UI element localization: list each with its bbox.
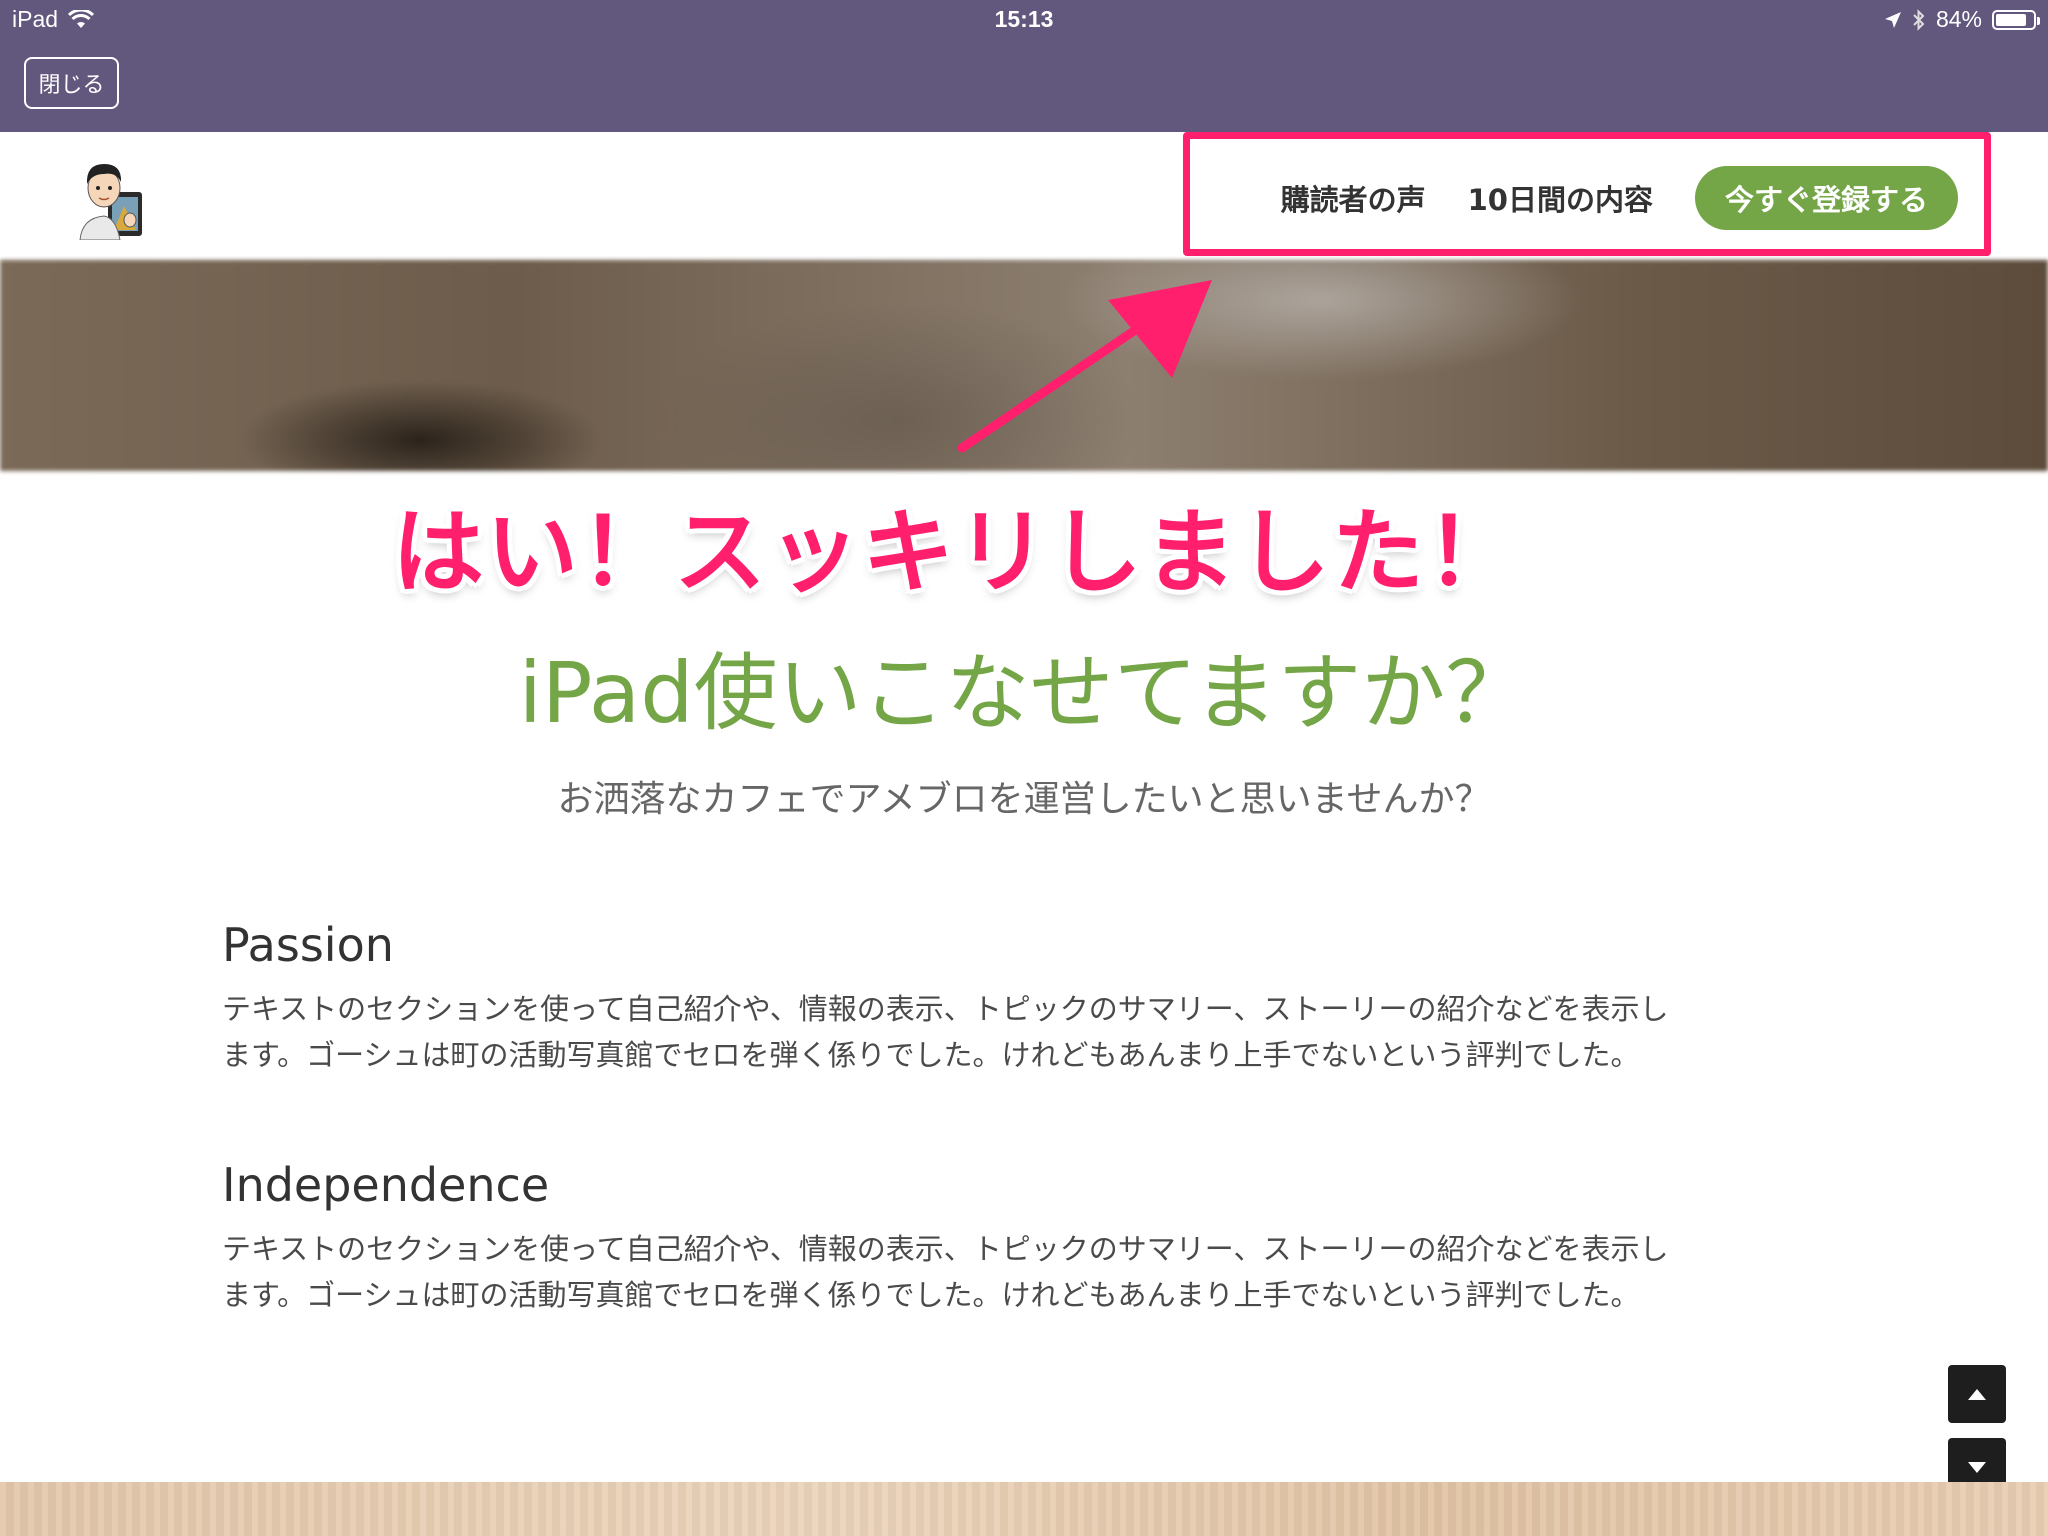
- page-title: iPad使いこなせてますか？: [518, 644, 1530, 742]
- battery-level: [1996, 13, 2027, 26]
- main-nav: 購読者の声 10日間の内容 今すぐ登録する: [1281, 166, 1958, 230]
- section-passion: Passion テキストのセクションを使って自己紹介や、情報の表示、トピックのサ…: [222, 918, 1842, 1078]
- location-arrow-icon: [1884, 11, 1901, 28]
- close-button[interactable]: 閉じる: [24, 57, 119, 109]
- nav-link-contents[interactable]: 10日間の内容: [1468, 177, 1653, 219]
- section-body-line: テキストのセクションを使って自己紹介や、情報の表示、トピックのサマリー、ストーリ…: [222, 992, 1669, 1026]
- annotation-arrow: [957, 280, 1212, 453]
- section-body: テキストのセクションを使って自己紹介や、情報の表示、トピックのサマリー、ストーリ…: [222, 986, 1842, 1078]
- site-header: 購読者の声 10日間の内容 今すぐ登録する: [0, 132, 2048, 261]
- battery-icon: [1992, 9, 2040, 30]
- avatar-logo[interactable]: [74, 156, 146, 240]
- triangle-up-icon: [1968, 1388, 1986, 1400]
- battery-percent: 84%: [1935, 6, 1982, 32]
- section-body-line: テキストのセクションを使って自己紹介や、情報の表示、トピックのサマリー、ストーリ…: [222, 1232, 1669, 1266]
- status-bar-right: 84%: [1884, 6, 2040, 33]
- section-body-line: ます。ゴーシュは町の活動写真館でセロを弾く係りでした。けれどもあんまり上手でない…: [222, 1038, 1640, 1072]
- annotation-text: はい！スッキリしました！: [392, 499, 1521, 606]
- section-body-line: ます。ゴーシュは町の活動写真館でセロを弾く係りでした。けれどもあんまり上手でない…: [222, 1278, 1640, 1312]
- section-independence: Independence テキストのセクションを使って自己紹介や、情報の表示、ト…: [222, 1158, 1842, 1318]
- register-now-button[interactable]: 今すぐ登録する: [1694, 166, 1958, 230]
- section-heading: Passion: [222, 918, 394, 972]
- footer-wood-strip: [0, 1482, 2048, 1536]
- status-time: 15:13: [994, 6, 1054, 32]
- scroll-up-button[interactable]: [1948, 1365, 2006, 1423]
- page-subtitle: お洒落なカフェでアメブロを運営したいと思いませんか？: [557, 779, 1491, 820]
- section-heading: Independence: [222, 1158, 550, 1212]
- bluetooth-icon: [1913, 8, 1925, 31]
- app-top-bar: iPad 15:13 84% 閉じる: [0, 0, 2048, 132]
- triangle-down-icon: [1968, 1461, 1986, 1473]
- section-body: テキストのセクションを使って自己紹介や、情報の表示、トピックのサマリー、ストーリ…: [222, 1226, 1842, 1318]
- nav-link-testimonials[interactable]: 購読者の声: [1281, 177, 1426, 219]
